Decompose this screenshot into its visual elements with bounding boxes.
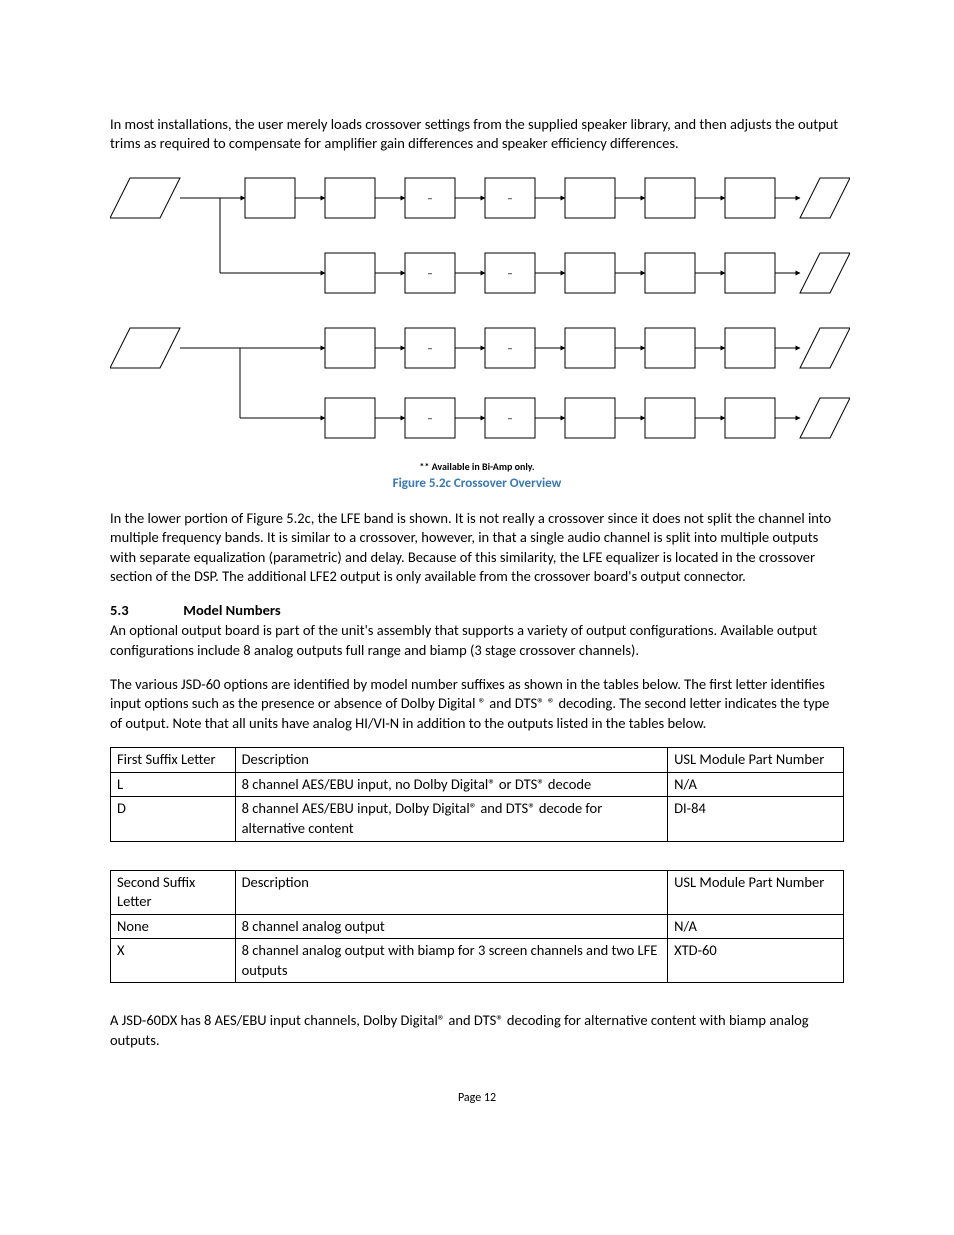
table-header-cell: Description (235, 748, 667, 773)
table-header-row: First Suffix Letter Description USL Modu… (111, 748, 844, 773)
model-paragraph-1: An optional output board is part of the … (110, 621, 844, 660)
suffix-table-2: Second Suffix Letter Description USL Mod… (110, 870, 844, 984)
svg-text:–: – (427, 342, 432, 355)
table-cell: 8 channel analog output with biamp for 3… (235, 939, 667, 983)
svg-text:–: – (507, 412, 512, 425)
table-cell: XTD-60 (668, 939, 844, 983)
table-row: X 8 channel analog output with biamp for… (111, 939, 844, 983)
table-cell: 8 channel AES/EBU input, no Dolby Digita… (235, 772, 667, 797)
table-header-cell: USL Module Part Number (668, 870, 844, 914)
table-cell: 8 channel analog output (235, 914, 667, 939)
svg-text:–: – (507, 192, 512, 205)
page-number: Page 12 (110, 1090, 844, 1106)
table-header-cell: USL Module Part Number (668, 748, 844, 773)
table-header-cell: First Suffix Letter (111, 748, 236, 773)
crossover-diagram-svg: – – – – – – – – (110, 168, 850, 458)
table-cell: L (111, 772, 236, 797)
svg-text:–: – (427, 192, 432, 205)
table-cell: None (111, 914, 236, 939)
intro-paragraph: In most installations, the user merely l… (110, 115, 844, 154)
table-header-row: Second Suffix Letter Description USL Mod… (111, 870, 844, 914)
table-row: L 8 channel AES/EBU input, no Dolby Digi… (111, 772, 844, 797)
table-header-cell: Description (235, 870, 667, 914)
svg-text:–: – (427, 267, 432, 280)
section-heading: 5.3 Model Numbers (110, 601, 844, 621)
suffix-table-1: First Suffix Letter Description USL Modu… (110, 747, 844, 841)
model-paragraph-2: The various JSD-60 options are identifie… (110, 675, 844, 734)
svg-text:–: – (507, 342, 512, 355)
table-cell: DI-84 (668, 797, 844, 841)
biamp-note: ** Available in Bi-Amp only. (110, 460, 844, 474)
figure-caption: Figure 5.2c Crossover Overview (110, 475, 844, 493)
section-number: 5.3 (110, 601, 180, 621)
section-title: Model Numbers (183, 601, 280, 619)
svg-text:–: – (427, 412, 432, 425)
after-figure-paragraph: In the lower portion of Figure 5.2c, the… (110, 509, 844, 587)
table-cell: N/A (668, 914, 844, 939)
crossover-figure: – – – – – – – – ** Available in Bi-Amp only.… (110, 168, 844, 493)
after-tables-paragraph: A JSD-60DX has 8 AES/EBU input channels,… (110, 1011, 844, 1050)
table-header-cell: Second Suffix Letter (111, 870, 236, 914)
table-row: D 8 channel AES/EBU input, Dolby Digital… (111, 797, 844, 841)
table-cell: 8 channel AES/EBU input, Dolby Digital® … (235, 797, 667, 841)
table-cell: D (111, 797, 236, 841)
table-cell: N/A (668, 772, 844, 797)
table-row: None 8 channel analog output N/A (111, 914, 844, 939)
svg-text:–: – (507, 267, 512, 280)
page-container: In most installations, the user merely l… (0, 0, 954, 1147)
table-cell: X (111, 939, 236, 983)
